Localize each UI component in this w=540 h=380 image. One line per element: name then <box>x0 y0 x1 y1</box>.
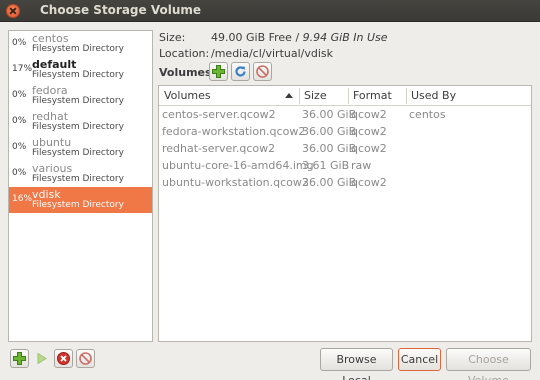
pool-item-vdisk[interactable]: 16% vdisk Filesystem Directory <box>9 187 152 213</box>
cancel-button[interactable]: Cancel <box>398 348 441 371</box>
volumes-table-header: Volumes Size Format Used By <box>159 86 531 106</box>
browse-local-button[interactable]: Browse Local <box>320 348 393 380</box>
pool-item-default[interactable]: 17% default Filesystem Directory <box>9 57 152 83</box>
pool-usage-percent: 0% <box>12 116 27 126</box>
volume-name: fedora-workstation.qcow2 <box>162 125 306 138</box>
pool-usage-percent: 17% <box>12 64 33 74</box>
refresh-icon <box>235 66 246 77</box>
sort-ascending-icon <box>285 93 293 98</box>
pool-usage-percent: 0% <box>12 142 27 152</box>
volume-size: 36.00 GiB <box>302 108 357 121</box>
table-row[interactable]: ubuntu-workstation.qcow2 36.00 GiB qcow2 <box>159 174 531 191</box>
pool-type: Filesystem Directory <box>32 96 124 106</box>
column-header-size[interactable]: Size <box>304 89 327 102</box>
volume-size: 36.00 GiB <box>302 142 357 155</box>
volume-format: raw <box>351 159 372 172</box>
volumes-label: Volumes <box>159 66 212 79</box>
location-label: Location: <box>159 47 210 60</box>
column-header-format[interactable]: Format <box>353 89 392 102</box>
pool-type: Filesystem Directory <box>32 174 124 184</box>
pool-type: Filesystem Directory <box>32 70 124 80</box>
delete-pool-button[interactable] <box>76 349 95 368</box>
start-pool-button[interactable] <box>32 349 51 368</box>
pool-item-fedora[interactable]: 0% fedora Filesystem Directory <box>9 83 152 109</box>
column-divider[interactable] <box>406 88 407 104</box>
plus-icon <box>212 65 225 78</box>
pool-usage-percent: 0% <box>12 38 27 48</box>
no-entry-icon <box>79 352 92 365</box>
pool-size-value: 49.00 GiB Free / 9.94 GiB In Use <box>211 31 388 44</box>
volumes-table[interactable]: Volumes Size Format Used By centos-serve… <box>158 85 532 342</box>
volume-size: 36.00 GiB <box>302 176 357 189</box>
table-row[interactable]: fedora-workstation.qcow2 36.00 GiB qcow2 <box>159 123 531 140</box>
play-icon <box>37 352 47 365</box>
pool-item-redhat[interactable]: 0% redhat Filesystem Directory <box>9 109 152 135</box>
volume-size: 3.61 GiB <box>302 159 350 172</box>
volume-format: qcow2 <box>351 142 387 155</box>
size-label: Size: <box>159 31 186 44</box>
add-pool-button[interactable] <box>10 349 29 368</box>
pool-type: Filesystem Directory <box>32 44 124 54</box>
storage-pool-list[interactable]: 0% centos Filesystem Directory 17% defau… <box>8 30 153 342</box>
column-divider[interactable] <box>348 88 349 104</box>
volume-format: qcow2 <box>351 108 387 121</box>
free-space: 49.00 GiB Free / <box>211 31 300 44</box>
pool-type: Filesystem Directory <box>32 148 124 158</box>
volume-name: ubuntu-workstation.qcow2 <box>162 176 309 189</box>
volume-name: ubuntu-core-16-amd64.img <box>162 159 314 172</box>
pool-type: Filesystem Directory <box>32 200 124 210</box>
stop-pool-button[interactable] <box>54 349 73 368</box>
table-row[interactable]: centos-server.qcow2 36.00 GiB qcow2 cent… <box>159 106 531 123</box>
table-row[interactable]: ubuntu-core-16-amd64.img 3.61 GiB raw <box>159 157 531 174</box>
refresh-volumes-button[interactable] <box>231 62 250 81</box>
add-volume-button[interactable] <box>209 62 228 81</box>
pool-usage-percent: 0% <box>12 90 27 100</box>
volume-format: qcow2 <box>351 176 387 189</box>
pool-location-value: /media/cl/virtual/vdisk <box>211 47 334 60</box>
volume-size: 36.00 GiB <box>302 125 357 138</box>
volume-used-by: centos <box>409 108 446 121</box>
column-header-volumes[interactable]: Volumes <box>164 89 211 102</box>
title-bar: Choose Storage Volume <box>0 0 540 22</box>
used-space: 9.94 GiB In Use <box>302 31 388 44</box>
window-title: Choose Storage Volume <box>40 3 202 17</box>
volume-name: redhat-server.qcow2 <box>162 142 276 155</box>
table-row[interactable]: redhat-server.qcow2 36.00 GiB qcow2 <box>159 140 531 157</box>
stop-icon <box>57 352 70 365</box>
column-divider[interactable] <box>299 88 300 104</box>
delete-volume-button[interactable] <box>253 62 272 81</box>
pool-item-ubuntu[interactable]: 0% ubuntu Filesystem Directory <box>9 135 152 161</box>
pool-usage-percent: 16% <box>12 194 33 204</box>
no-entry-icon <box>256 65 269 78</box>
pool-usage-percent: 0% <box>12 168 27 178</box>
volume-format: qcow2 <box>351 125 387 138</box>
plus-icon <box>13 352 26 365</box>
choose-volume-button[interactable]: Choose Volume <box>446 348 531 380</box>
column-header-used-by[interactable]: Used By <box>411 89 456 102</box>
volume-name: centos-server.qcow2 <box>162 108 276 121</box>
pool-item-various[interactable]: 0% various Filesystem Directory <box>9 161 152 187</box>
window-close-button[interactable] <box>6 4 20 18</box>
pool-item-centos[interactable]: 0% centos Filesystem Directory <box>9 31 152 57</box>
pool-type: Filesystem Directory <box>32 122 124 132</box>
